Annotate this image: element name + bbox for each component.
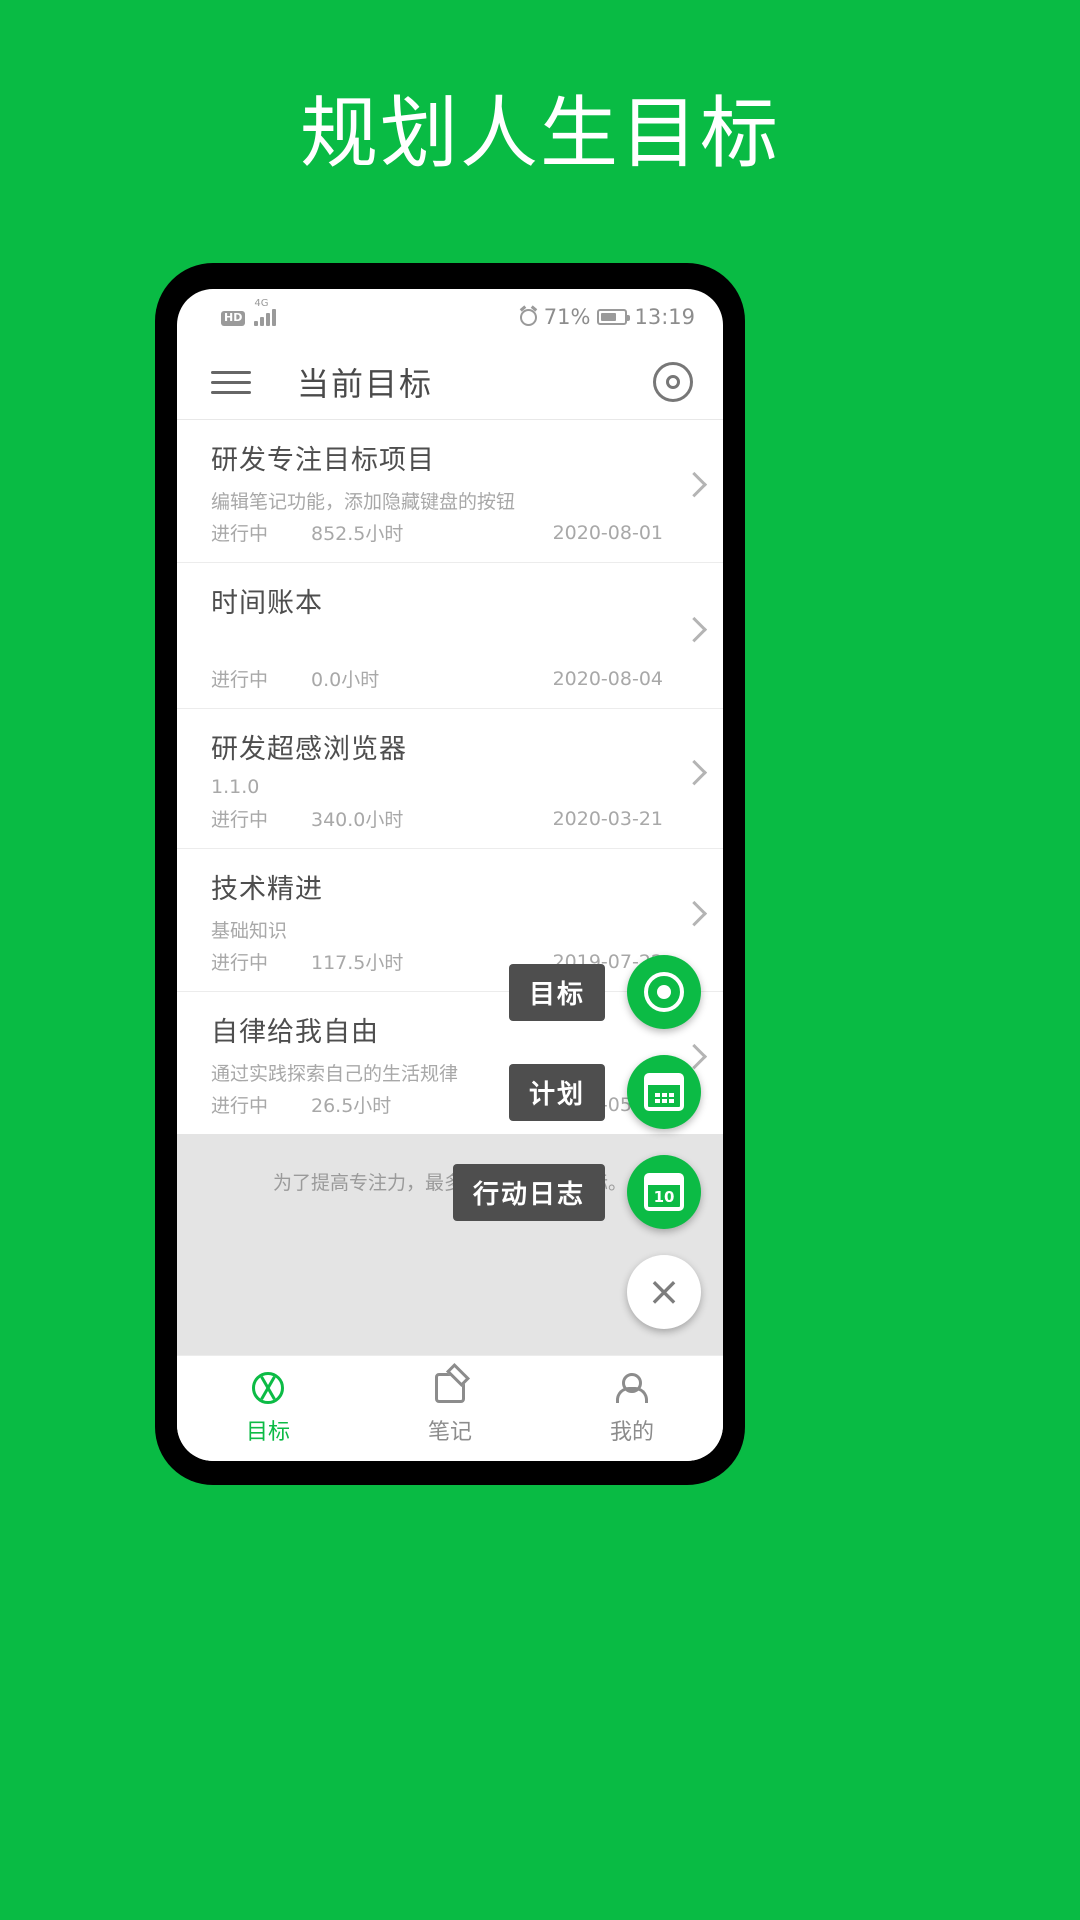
calendar-grid-icon[interactable] (627, 1055, 701, 1129)
speed-dial-actions: 目标 计划 行动日志 10 × (452, 955, 701, 1329)
goal-title: 研发专注目标项目 (211, 445, 435, 476)
goal-subtitle (211, 630, 663, 660)
calendar-day-icon[interactable]: 10 (627, 1155, 701, 1229)
page-title: 规划人生目标 (299, 89, 780, 179)
goal-subtitle: 编辑笔记功能，添加隐藏键盘的按钮 (211, 491, 516, 513)
goal-meta: 进行中 852.5小时 2020-08-01 (211, 519, 663, 546)
speed-dial-close-row[interactable]: × (627, 1255, 701, 1329)
person-icon (615, 1371, 649, 1405)
speed-dial-label: 计划 (508, 1063, 605, 1121)
goal-hours: 117.5小时 (311, 952, 404, 974)
calendar-day-number: 10 (653, 1188, 675, 1206)
bottom-navigation: 目标 笔记 我的 (177, 1355, 723, 1461)
goal-title: 技术精进 (211, 874, 323, 905)
speed-dial-label: 目标 (508, 963, 605, 1021)
close-icon[interactable]: × (627, 1255, 701, 1329)
goal-status: 进行中 (211, 952, 269, 974)
goal-meta: 进行中 340.0小时 2020-03-21 (211, 805, 663, 832)
goal-title: 研发超感浏览器 (211, 734, 407, 765)
goal-hours: 340.0小时 (311, 809, 404, 831)
phone-mockup: HD 4G 71% 13:19 当前目标 研发专注目标项目 编辑笔记功能，添加隐… (155, 263, 745, 1485)
speed-dial-action-plan[interactable]: 计划 (508, 1055, 701, 1129)
app-bar: 当前目标 (177, 345, 723, 419)
chevron-right-icon (681, 471, 708, 498)
target-ring-icon[interactable] (627, 955, 701, 1029)
status-bar-left: HD 4G (221, 298, 277, 326)
speed-dial-action-log[interactable]: 行动日志 10 (452, 1155, 701, 1229)
goal-title: 时间账本 (211, 588, 323, 619)
hd-icon: HD (221, 310, 246, 326)
speed-dial-action-goal[interactable]: 目标 (508, 955, 701, 1029)
goal-status: 进行中 (211, 669, 269, 691)
nav-item-label: 我的 (609, 1420, 654, 1445)
goal-date: 2020-08-01 (552, 521, 663, 544)
status-bar: HD 4G 71% 13:19 (177, 289, 723, 345)
signal-bars-icon: 4G (254, 298, 277, 326)
note-edit-icon (433, 1371, 467, 1405)
goal-list-item[interactable]: 研发专注目标项目 编辑笔记功能，添加隐藏键盘的按钮 进行中 852.5小时 20… (177, 420, 723, 563)
aperture-icon (251, 1371, 285, 1405)
network-type-label: 4G (254, 297, 269, 309)
app-bar-title: 当前目标 (297, 365, 434, 403)
goal-date: 2020-03-21 (552, 807, 663, 830)
speed-dial-overlay: 为了提高专注力，最多显示5个当前目标。 目标 计划 行动日志 10 × (177, 955, 723, 1355)
nav-item-label: 目标 (245, 1420, 290, 1445)
goal-status: 进行中 (211, 809, 269, 831)
goal-list-item[interactable]: 时间账本 进行中 0.0小时 2020-08-04 (177, 563, 723, 709)
goal-status: 进行中 (211, 523, 269, 545)
nav-item-profile[interactable]: 我的 (541, 1371, 723, 1446)
hamburger-menu-icon[interactable] (211, 370, 251, 394)
close-label: × (647, 1269, 681, 1315)
goal-hours: 0.0小时 (311, 669, 380, 691)
nav-item-label: 笔记 (427, 1420, 472, 1445)
goal-meta: 进行中 0.0小时 2020-08-04 (211, 665, 663, 692)
goal-hours: 852.5小时 (311, 523, 404, 545)
goal-subtitle: 1.1.0 (211, 776, 260, 798)
goal-list-item[interactable]: 研发超感浏览器 1.1.0 进行中 340.0小时 2020-03-21 (177, 709, 723, 849)
goal-date: 2020-08-04 (552, 667, 663, 690)
chevron-right-icon (681, 616, 708, 642)
clock-label: 13:19 (634, 305, 695, 329)
nav-item-notes[interactable]: 笔记 (359, 1371, 541, 1446)
goal-subtitle: 基础知识 (211, 920, 288, 942)
chevron-right-icon (681, 900, 708, 927)
battery-icon (597, 309, 631, 325)
goal-status: 进行中 (211, 1095, 269, 1117)
speed-dial-label: 行动日志 (452, 1163, 605, 1221)
chevron-right-icon (681, 759, 708, 785)
signal-strength-bars (254, 308, 277, 326)
alarm-icon (519, 308, 537, 326)
target-ring-icon[interactable] (653, 362, 693, 402)
phone-screen: HD 4G 71% 13:19 当前目标 研发专注目标项目 编辑笔记功能，添加隐… (177, 289, 723, 1461)
battery-percent-label: 71% (543, 305, 591, 329)
status-bar-right: 71% 13:19 (519, 305, 695, 329)
nav-item-goals[interactable]: 目标 (177, 1371, 359, 1446)
goal-hours: 26.5小时 (311, 1095, 392, 1117)
